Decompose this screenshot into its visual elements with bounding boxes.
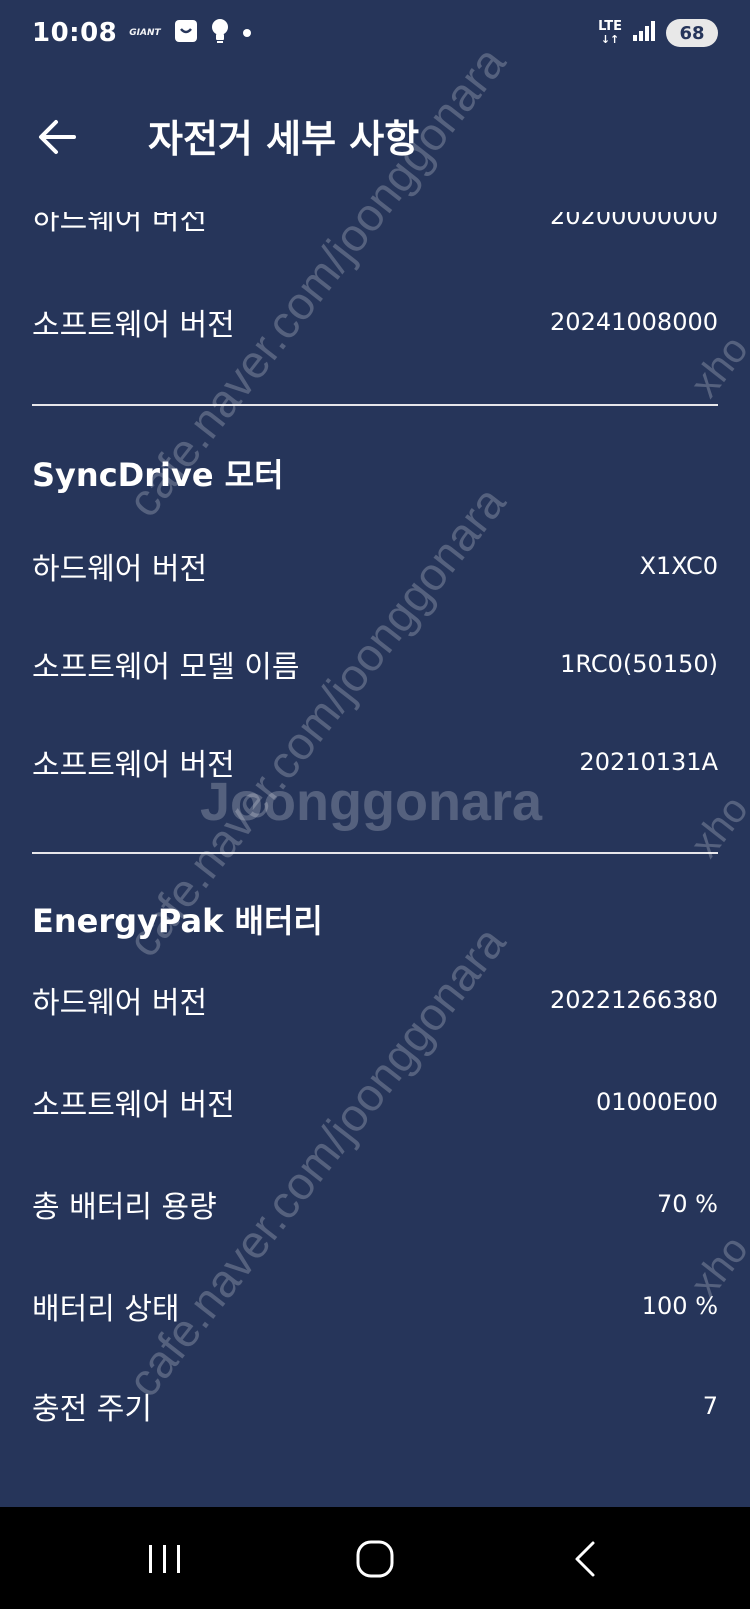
row-value: 20221266380 bbox=[550, 986, 718, 1014]
row-value: 7 bbox=[702, 1392, 718, 1420]
row-label: 하드웨어 버전 bbox=[32, 212, 208, 237]
row-label: 소프트웨어 버전 bbox=[32, 748, 235, 783]
row-motor-software-version: 소프트웨어 버전 20210131A bbox=[32, 732, 718, 792]
row-value: 100 % bbox=[641, 1292, 718, 1320]
network-label: LTE ↓↑ bbox=[598, 20, 622, 46]
section-title-motor: SyncDrive 모터 bbox=[32, 456, 284, 494]
arrow-left-icon[interactable] bbox=[36, 116, 78, 158]
network-type: LTE bbox=[598, 19, 622, 34]
row-label: 소프트웨어 버전 bbox=[32, 1088, 235, 1123]
row-motor-software-model-name: 소프트웨어 모델 이름 1RC0(50150) bbox=[32, 634, 718, 694]
signal-icon bbox=[632, 20, 656, 46]
row-value: 01000E00 bbox=[595, 1088, 718, 1116]
row-label: 하드웨어 버전 bbox=[32, 986, 208, 1021]
divider bbox=[32, 852, 718, 854]
status-bar-left: 10:08 GIANT bbox=[32, 18, 253, 48]
row-battery-total-capacity: 총 배터리 용량 70 % bbox=[32, 1174, 718, 1234]
page-title: 자전거 세부 사항 bbox=[148, 117, 420, 161]
recent-apps-icon[interactable] bbox=[143, 1537, 187, 1581]
row-value: X1XC0 bbox=[639, 552, 718, 580]
row-top-hardware-version: 하드웨어 버전 20200000000 bbox=[32, 212, 718, 246]
row-value: 70 % bbox=[657, 1190, 718, 1218]
status-bar: 10:08 GIANT LTE ↓↑ 68 bbox=[0, 0, 750, 66]
row-top-software-version: 소프트웨어 버전 20241008000 bbox=[32, 292, 718, 352]
notification-app-icon bbox=[173, 18, 199, 48]
row-label: 소프트웨어 버전 bbox=[32, 308, 235, 343]
divider bbox=[32, 404, 718, 406]
data-arrows-icon: ↓↑ bbox=[600, 33, 620, 46]
battery-level: 68 bbox=[666, 19, 718, 47]
lightbulb-icon bbox=[211, 18, 229, 48]
status-time: 10:08 bbox=[32, 18, 118, 48]
row-battery-health: 배터리 상태 100 % bbox=[32, 1276, 718, 1336]
status-bar-right: LTE ↓↑ 68 bbox=[598, 19, 718, 47]
row-motor-hardware-version: 하드웨어 버전 X1XC0 bbox=[32, 536, 718, 596]
row-value: 20210131A bbox=[579, 748, 718, 776]
row-battery-software-version: 소프트웨어 버전 01000E00 bbox=[32, 1072, 718, 1132]
row-label: 하드웨어 버전 bbox=[32, 552, 208, 587]
back-nav-icon[interactable] bbox=[563, 1537, 607, 1581]
app-bar: 자전거 세부 사항 bbox=[0, 86, 750, 186]
row-battery-hardware-version: 하드웨어 버전 20221266380 bbox=[32, 970, 718, 1030]
giant-logo: GIANT bbox=[129, 28, 161, 38]
row-label: 충전 주기 bbox=[32, 1392, 152, 1427]
row-label: 배터리 상태 bbox=[32, 1292, 180, 1327]
row-battery-charge-cycles: 충전 주기 7 bbox=[32, 1376, 718, 1436]
row-value: 20200000000 bbox=[550, 212, 718, 230]
row-value: 20241008000 bbox=[550, 308, 718, 336]
dot-icon bbox=[241, 24, 253, 43]
row-label: 소프트웨어 모델 이름 bbox=[32, 650, 300, 685]
row-value: 1RC0(50150) bbox=[560, 650, 718, 678]
row-label: 총 배터리 용량 bbox=[32, 1190, 217, 1225]
home-icon[interactable] bbox=[353, 1537, 397, 1581]
system-nav-bar bbox=[0, 1507, 750, 1609]
details-list[interactable]: 하드웨어 버전 20200000000 소프트웨어 버전 20241008000… bbox=[0, 212, 750, 1507]
section-title-battery: EnergyPak 배터리 bbox=[32, 902, 323, 940]
